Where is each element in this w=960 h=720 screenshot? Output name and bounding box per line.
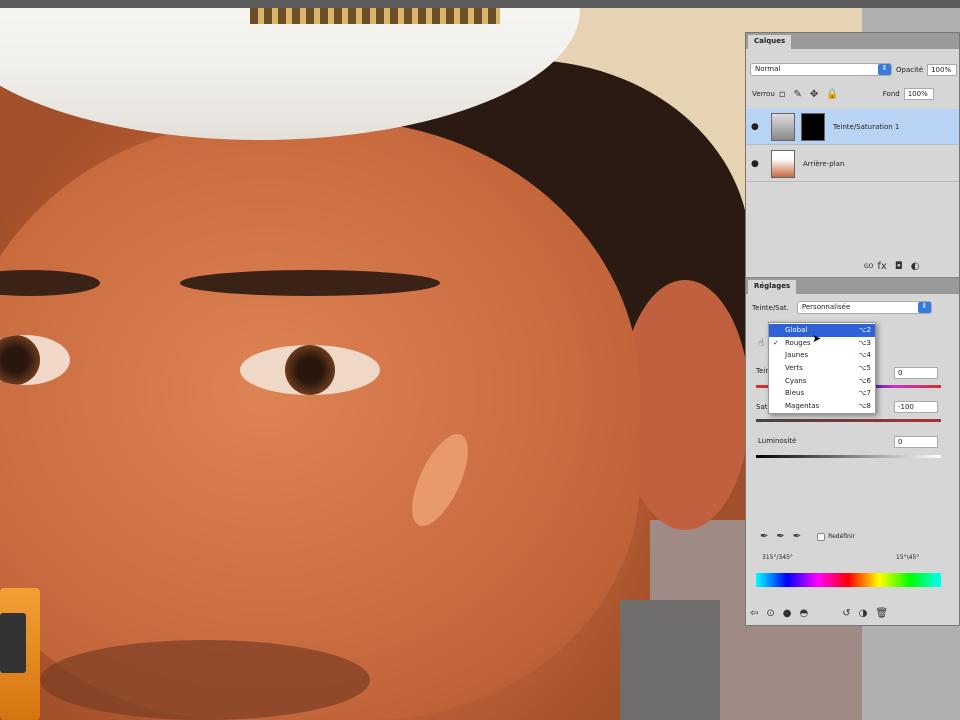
toggle-icon[interactable]: ◑: [859, 608, 868, 619]
layer-row-background[interactable]: ● Arrière-plan: [746, 146, 959, 182]
fill-field[interactable]: 100%: [903, 88, 934, 100]
link-layers-button[interactable]: GO: [864, 263, 873, 270]
menu-item-global[interactable]: Global ⌥2: [769, 324, 875, 337]
chevron-updown-icon: ⇕: [917, 302, 931, 313]
lock-transparency-icon[interactable]: ▫: [779, 89, 786, 100]
visibility-eye-icon[interactable]: ●: [751, 159, 763, 169]
menu-bar: [0, 0, 960, 8]
saturation-slider[interactable]: [756, 419, 941, 422]
layer-thumbnail: [771, 149, 795, 178]
menu-item-blues[interactable]: Bleus ⌥7: [769, 387, 875, 400]
trash-icon[interactable]: 🗑: [875, 608, 888, 619]
return-icon[interactable]: ⇦: [750, 608, 758, 619]
channel-dropdown-menu: Global ⌥2 ✓ Rouges ⌥3 Jaunes ⌥4 Verts ⌥5 Cyan…: [768, 322, 876, 414]
lightness-label: Luminosité: [758, 437, 797, 445]
shirt: [620, 600, 720, 720]
layer-row-hue-saturation[interactable]: ● Teinte/Saturation 1: [746, 109, 959, 145]
lock-all-icon[interactable]: 🔒: [826, 89, 838, 100]
visibility-icon[interactable]: ●: [783, 608, 792, 619]
fx-icon[interactable]: fx: [877, 261, 886, 272]
view-previous-icon[interactable]: ◓: [800, 608, 809, 619]
menu-item-yellows[interactable]: Jaunes ⌥4: [769, 349, 875, 362]
visibility-eye-icon[interactable]: ●: [751, 122, 763, 132]
eyedropper-icon[interactable]: ✒: [760, 531, 768, 542]
menu-item-magentas[interactable]: Magentas ⌥8: [769, 400, 875, 413]
layer-mask-thumbnail[interactable]: [801, 112, 825, 141]
menu-item-cyans[interactable]: Cyans ⌥6: [769, 374, 875, 387]
preset-select[interactable]: Personnalisée ⇕: [796, 301, 932, 314]
eyebrow-right: [180, 270, 440, 296]
on-image-adjust-icon[interactable]: ☝: [758, 338, 764, 349]
mouse-cursor-icon: ➤: [812, 332, 822, 345]
lock-label: Verrou: [752, 90, 775, 98]
adjustments-footer: ⇦ ⊙ ● ◓ ↺ ◑ 🗑: [746, 601, 959, 625]
colorize-label: Redéfinir: [828, 533, 855, 540]
chevron-updown-icon: ⇕: [878, 64, 891, 75]
lightness-field[interactable]: 0: [894, 436, 938, 448]
blend-mode-value: Normal: [755, 65, 781, 73]
lock-paint-icon[interactable]: ✎: [794, 89, 802, 100]
adjustment-layer-icon[interactable]: ◐: [911, 261, 920, 272]
checkmark-icon: ✓: [773, 338, 779, 347]
preset-value: Personnalisée: [801, 303, 851, 311]
range-right-value: 15°\45°: [896, 554, 920, 561]
layer-name: Teinte/Saturation 1: [833, 122, 900, 131]
mask-icon[interactable]: ◘: [895, 261, 903, 272]
colorize-checkbox[interactable]: [817, 532, 826, 541]
reset-icon[interactable]: ↺: [842, 608, 850, 619]
opacity-field[interactable]: 100%: [927, 63, 958, 76]
face: [0, 120, 640, 720]
eyedropper-plus-icon[interactable]: ✒: [776, 531, 784, 542]
range-left-value: 315°/345°: [762, 554, 793, 561]
eye-right: [240, 345, 380, 395]
opacity-label: Opacité: [896, 65, 924, 74]
eyedropper-minus-icon[interactable]: ✒: [793, 531, 801, 542]
adjustment-type-label: Teinte/Sat.: [752, 303, 789, 312]
fill-label: Fond: [882, 90, 900, 98]
beard: [40, 640, 370, 720]
menu-item-greens[interactable]: Verts ⌥5: [769, 362, 875, 375]
lock-position-icon[interactable]: ✥: [810, 89, 818, 100]
tab-layers[interactable]: Calques: [748, 35, 792, 49]
lightness-slider[interactable]: [756, 455, 941, 458]
saturation-field[interactable]: -100: [894, 401, 938, 413]
adjustment-thumbnail: [771, 112, 795, 141]
color-range-bar[interactable]: [756, 573, 941, 587]
blend-mode-select[interactable]: Normal ⇕: [750, 63, 892, 76]
layer-name: Arrière-plan: [803, 159, 845, 168]
dock-app-icon[interactable]: [0, 588, 40, 720]
clip-icon[interactable]: ⊙: [766, 608, 774, 619]
menu-item-reds[interactable]: ✓ Rouges ⌥3: [769, 337, 875, 350]
hat-band: [250, 6, 500, 24]
tab-adjustments[interactable]: Réglages: [748, 280, 797, 294]
hue-field[interactable]: 0: [894, 367, 938, 379]
